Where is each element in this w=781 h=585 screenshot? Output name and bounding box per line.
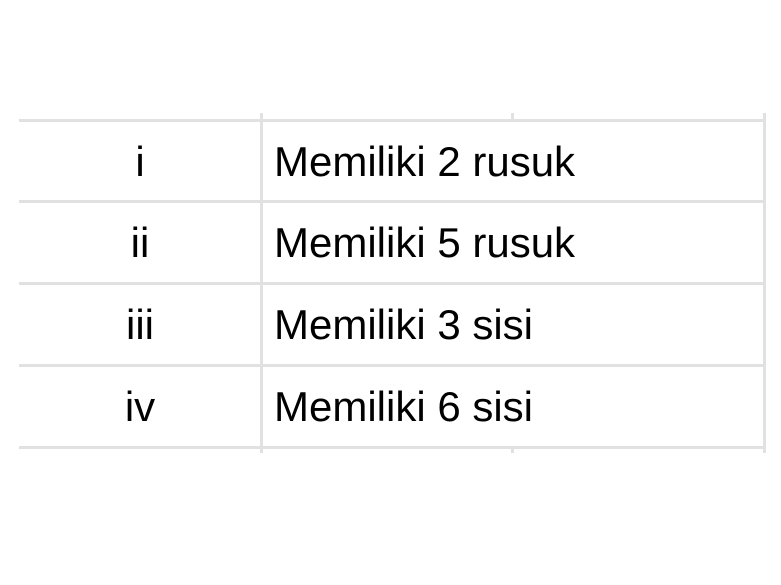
row-label: i: [135, 137, 145, 185]
row-label: iii: [126, 300, 154, 348]
row-text: Memiliki 5 rusuk: [274, 218, 576, 266]
row-label: iv: [124, 382, 156, 430]
table-row: ii Memiliki 5 rusuk: [19, 203, 765, 282]
grid-line: [511, 446, 514, 453]
table-row: i Memiliki 2 rusuk: [19, 122, 765, 201]
grid-line: [19, 446, 765, 449]
row-text: Memiliki 2 rusuk: [274, 137, 576, 185]
table-row: iv Memiliki 6 sisi: [19, 367, 765, 446]
grid-line: [511, 113, 514, 121]
row-text: Memiliki 6 sisi: [274, 382, 534, 430]
table-row: iii Memiliki 3 sisi: [19, 285, 765, 364]
row-label: ii: [130, 218, 150, 266]
row-text: Memiliki 3 sisi: [274, 300, 534, 348]
